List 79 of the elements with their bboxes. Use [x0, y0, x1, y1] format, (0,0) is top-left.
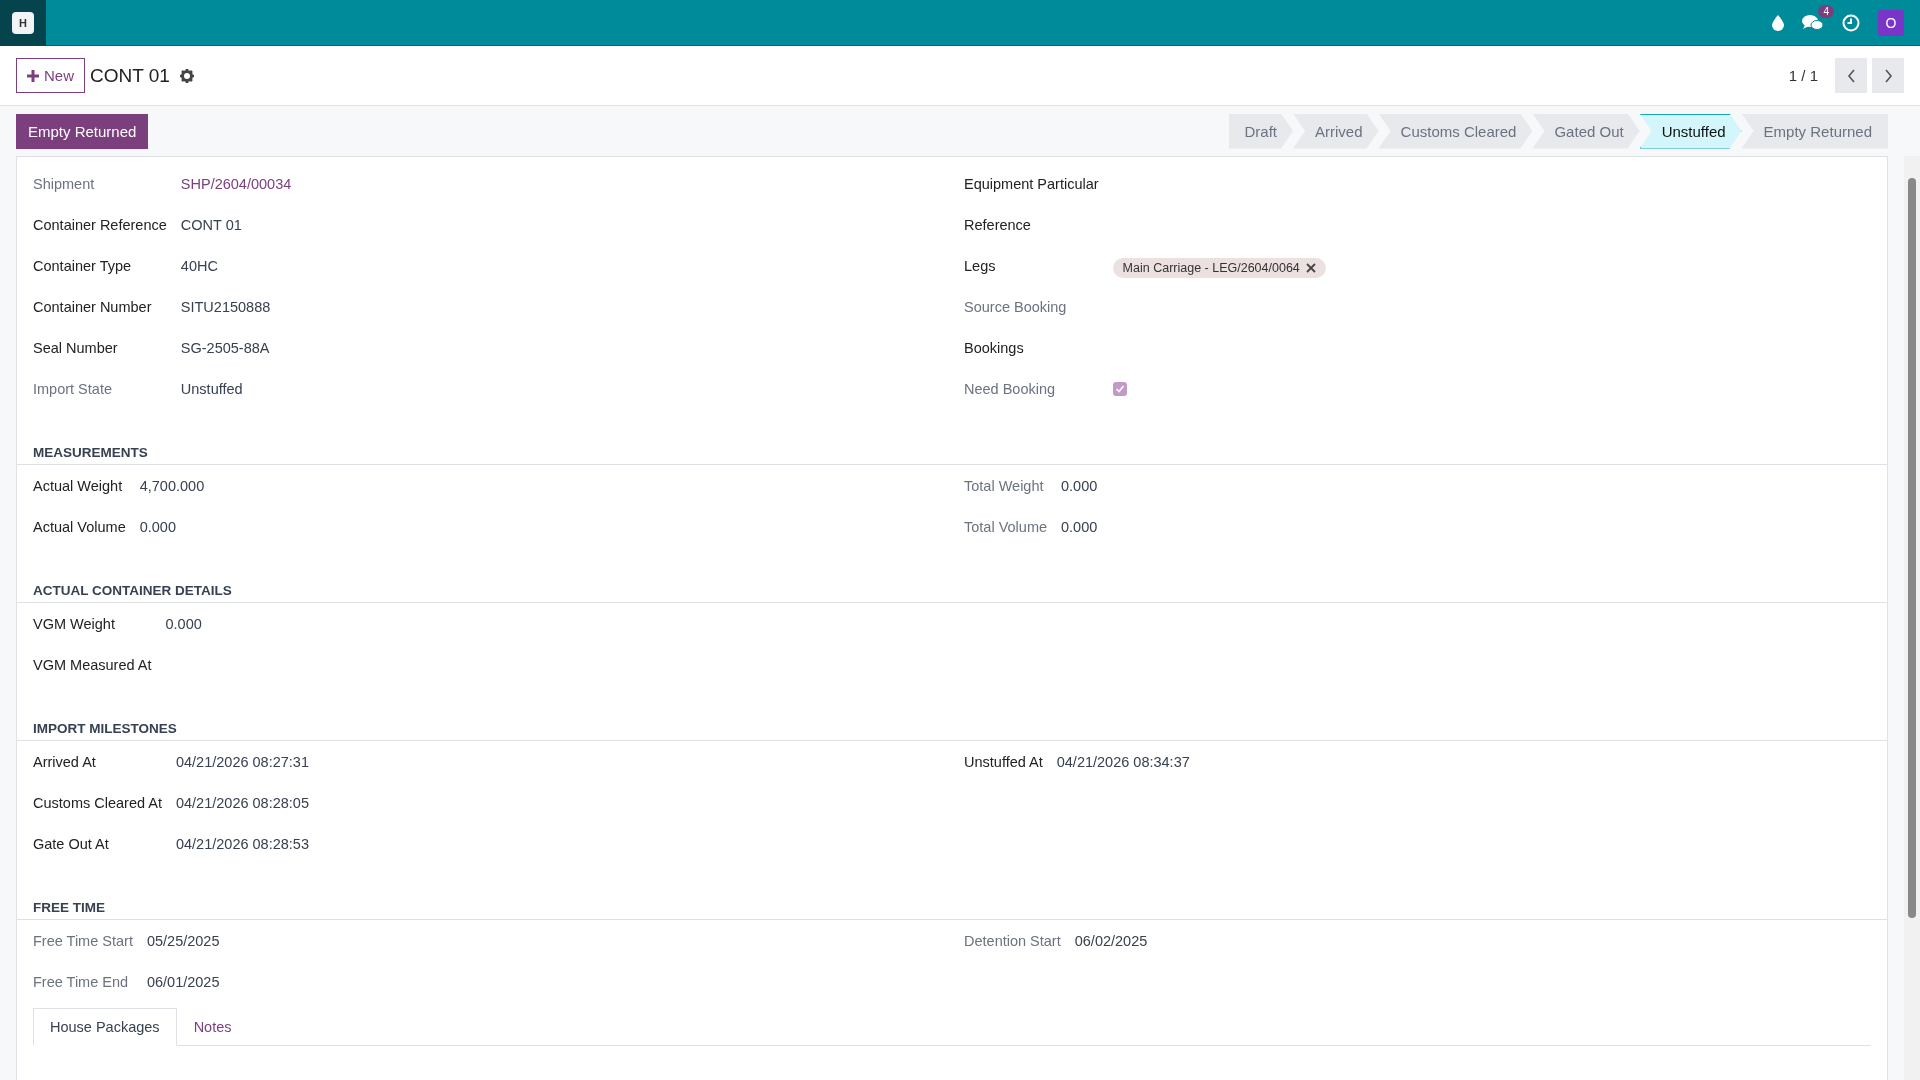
field-value: 0.000	[165, 615, 202, 632]
section-heading: IMPORT MILESTONES	[17, 721, 1887, 741]
field-value: SITU2150888	[180, 298, 271, 315]
remove-tag-button[interactable]	[1305, 262, 1316, 273]
field-label: Free Time Start	[33, 931, 133, 951]
settings-icon	[179, 68, 194, 83]
field-value: 04/21/2026 08:28:05	[175, 794, 309, 811]
field-label: Reference	[964, 215, 1032, 235]
field-label: Total Weight	[964, 476, 1045, 496]
status-stage[interactable]: Draft	[1228, 113, 1294, 149]
field-label: VGM Measured At	[33, 655, 152, 675]
field-value: 05/25/2025	[146, 932, 220, 949]
chevron-right-icon	[1883, 68, 1893, 83]
field-value: 4,700.000	[139, 477, 205, 494]
status-stage[interactable]: Unstuffed	[1639, 113, 1742, 149]
field-value: 0.000	[139, 518, 176, 535]
new-button[interactable]: New	[16, 58, 85, 93]
field-value: 06/02/2025	[1074, 932, 1148, 949]
pager-counter: 1 / 1	[1788, 67, 1818, 84]
field-label: Customs Cleared At	[33, 793, 162, 813]
status-stage[interactable]: Empty Returned	[1741, 113, 1888, 149]
message-count-badge: 4	[1818, 5, 1834, 18]
field-label: Unstuffed At	[964, 752, 1043, 772]
plus-icon	[27, 69, 39, 82]
field-label: Import State	[33, 379, 113, 399]
field-label: Gate Out At	[33, 834, 110, 854]
drop-icon	[1772, 14, 1784, 31]
status-stage[interactable]: Gated Out	[1532, 113, 1640, 149]
section-heading: MEASUREMENTS	[17, 445, 1887, 465]
scrollbar-thumb[interactable]	[1908, 178, 1916, 918]
field-value: CONT 01	[180, 216, 242, 233]
record-title: CONT 01	[90, 64, 170, 87]
field-label: Equipment Particular	[964, 174, 1099, 194]
shipment-link[interactable]: SHP/2604/00034	[180, 175, 292, 192]
field-label: Container Type	[33, 256, 133, 276]
field-value: 04/21/2026 08:28:53	[175, 835, 309, 852]
section-heading: FREE TIME	[17, 900, 1887, 920]
app-logo-button[interactable]: H	[12, 11, 34, 34]
field-label: Need Booking	[964, 379, 1057, 399]
field-value: 40HC	[180, 257, 218, 274]
status-stage[interactable]: Arrived	[1293, 113, 1379, 149]
notebook-tab[interactable]: Notes	[176, 1008, 249, 1046]
messages-button[interactable]	[1802, 14, 1824, 31]
chevron-left-icon	[1846, 68, 1856, 83]
field-label: Container Number	[33, 297, 153, 317]
activity-button[interactable]	[1842, 13, 1860, 32]
empty-returned-button[interactable]: Empty Returned	[16, 113, 149, 149]
clock-icon	[1842, 13, 1860, 32]
field-label: Actual Weight	[33, 476, 124, 496]
field-value: 04/21/2026 08:27:31	[175, 753, 309, 770]
field-value: 0.000	[1061, 518, 1098, 535]
close-icon	[1305, 262, 1316, 273]
scrollbar[interactable]	[1904, 156, 1920, 1080]
check-icon	[1114, 383, 1125, 394]
field-label: Source Booking	[964, 297, 1068, 317]
field-value: SG-2505-88A	[180, 339, 270, 356]
field-label: Shipment	[33, 174, 96, 194]
field-label: Legs	[964, 256, 997, 276]
field-label: Actual Volume	[33, 517, 126, 537]
field-value: 06/01/2025	[146, 973, 220, 990]
status-stage[interactable]: Customs Cleared	[1378, 113, 1533, 149]
field-value: 0.000	[1061, 477, 1098, 494]
field-label: Container Reference	[33, 215, 167, 235]
field-label: Seal Number	[33, 338, 119, 358]
drop-icon-button[interactable]	[1772, 14, 1784, 31]
field-label: VGM Weight	[33, 614, 116, 634]
field-label: Free Time End	[33, 972, 130, 992]
field-label: Arrived At	[33, 752, 97, 772]
field-label: Total Volume	[964, 517, 1048, 537]
field-value: 04/21/2026 08:34:37	[1056, 753, 1190, 770]
field-label: Detention Start	[964, 931, 1061, 951]
notebook-tab[interactable]: House Packages	[33, 1008, 177, 1046]
field-label: Bookings	[964, 338, 1025, 358]
tag-label: Main Carriage - LEG/2604/0064	[1122, 260, 1300, 275]
field-value: Unstuffed	[180, 380, 243, 397]
checkbox[interactable]	[1112, 381, 1127, 396]
section-heading: ACTUAL CONTAINER DETAILS	[17, 583, 1887, 603]
user-avatar[interactable]: O	[1878, 9, 1904, 36]
chat-icon	[1802, 14, 1824, 31]
